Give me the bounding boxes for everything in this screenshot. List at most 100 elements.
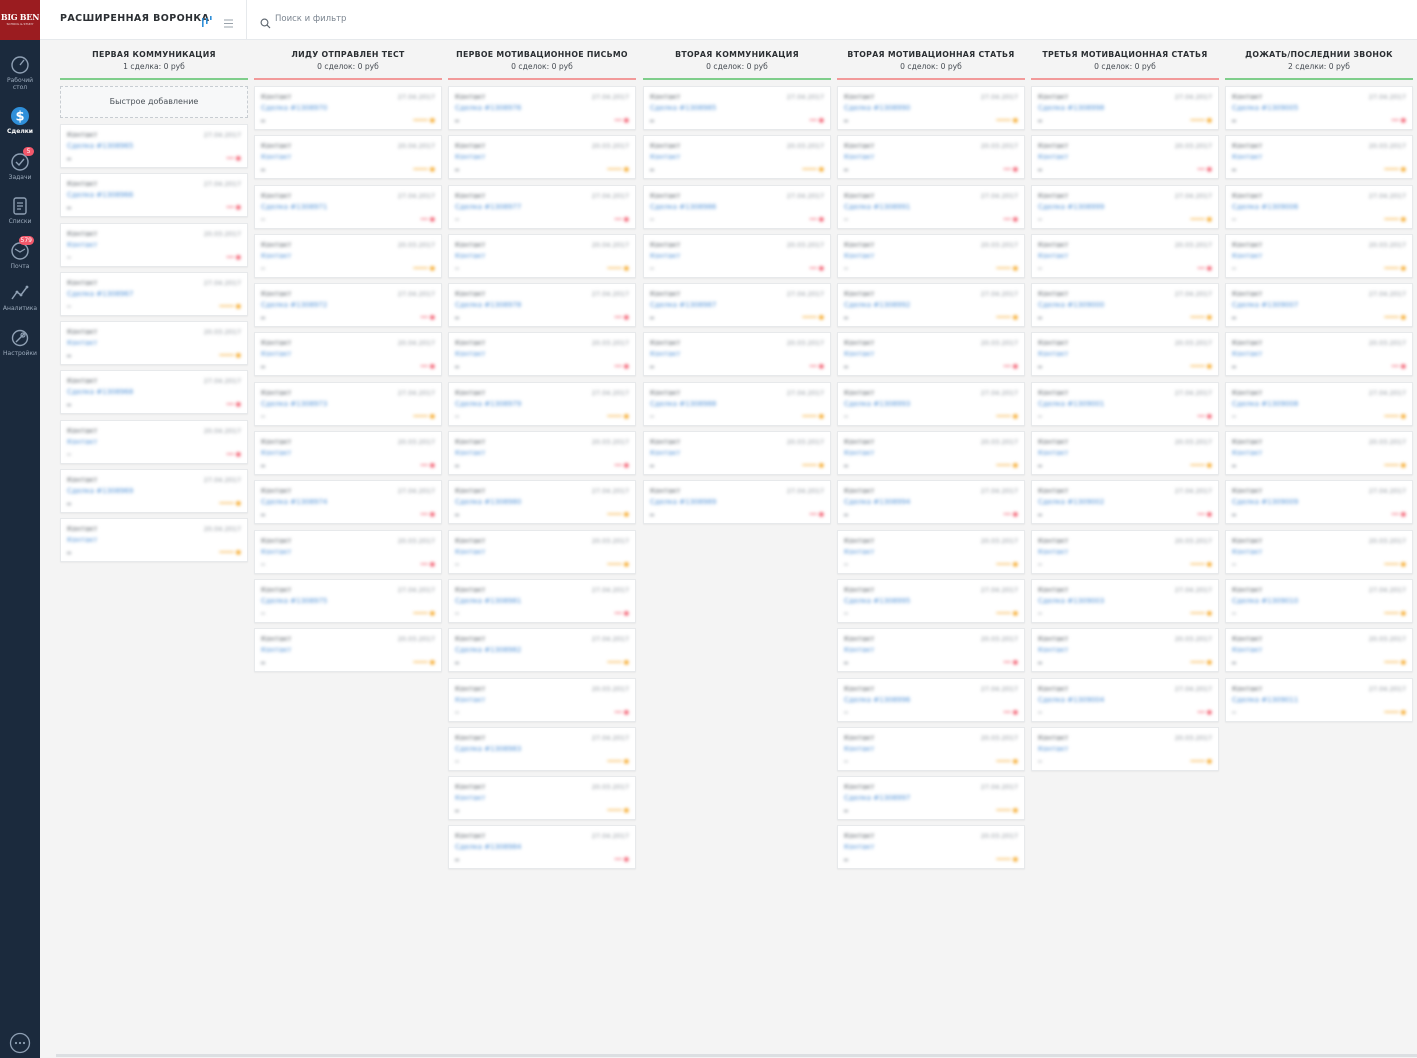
deal-card[interactable]: Контакт 20.03.2017 Контакт ━━━━ ● <box>254 628 442 673</box>
deal-card[interactable]: Контакт 27.04.2017 Сделка #1309006 ━━━━ ● <box>1225 184 1413 229</box>
card-contact-name[interactable]: Контакт <box>261 290 292 298</box>
card-deal-link[interactable]: Сделка #1308987 <box>650 301 716 309</box>
deal-card[interactable]: Контакт 20.03.2017 Контакт ━━ ● <box>837 628 1025 673</box>
card-contact-name[interactable]: Контакт <box>650 487 681 495</box>
card-deal-link[interactable]: Контакт <box>455 548 486 556</box>
chat-icon[interactable] <box>9 1032 31 1054</box>
deal-card[interactable]: Контакт 20.03.2017 Контакт ━━ ● <box>837 135 1025 180</box>
deal-card[interactable]: Контакт 27.04.2017 Сделка #1308968 ━━ ● <box>60 370 248 415</box>
card-contact-name[interactable]: Контакт <box>455 241 486 249</box>
card-contact-name[interactable]: Контакт <box>1038 438 1069 446</box>
deal-card[interactable]: Контакт 20.03.2017 Контакт ━━ ● <box>254 529 442 574</box>
card-contact-name[interactable]: Контакт <box>844 537 875 545</box>
card-contact-name[interactable]: Контакт <box>455 635 486 643</box>
deal-card[interactable]: Контакт 20.03.2017 Контакт ━━ ● <box>643 233 831 278</box>
card-contact-name[interactable]: Контакт <box>455 783 486 791</box>
card-contact-name[interactable]: Контакт <box>261 438 292 446</box>
deal-card[interactable]: Контакт 27.04.2017 Сделка #1308974 ━━ ● <box>254 480 442 525</box>
card-deal-link[interactable]: Контакт <box>455 350 486 358</box>
card-deal-link[interactable]: Сделка #1309002 <box>1038 498 1104 506</box>
list-view-icon[interactable] <box>223 14 234 28</box>
card-deal-link[interactable]: Контакт <box>455 794 486 802</box>
card-contact-name[interactable]: Контакт <box>844 241 875 249</box>
deal-card[interactable]: Контакт 27.04.2017 Сделка #1308976 ━━ ● <box>448 86 636 130</box>
card-contact-name[interactable]: Контакт <box>1232 635 1263 643</box>
card-deal-link[interactable]: Контакт <box>1232 548 1263 556</box>
deal-card[interactable]: Контакт 20.03.2017 Контакт ━━━━ ● <box>448 529 636 574</box>
card-deal-link[interactable]: Сделка #1308966 <box>67 191 133 199</box>
deal-card[interactable]: Контакт 20.03.2017 Контакт ━━ ● <box>448 431 636 476</box>
card-deal-link[interactable]: Контакт <box>455 153 486 161</box>
deal-card[interactable]: Контакт 27.04.2017 Сделка #1308980 ━━━━ ● <box>448 480 636 525</box>
deal-card[interactable]: Контакт 27.04.2017 Сделка #1308977 ━━ ● <box>448 184 636 229</box>
deal-card[interactable]: Контакт 27.04.2017 Сделка #1308969 ━━━━ ● <box>60 469 248 514</box>
card-contact-name[interactable]: Контакт <box>1232 93 1263 101</box>
card-deal-link[interactable]: Сделка #1308969 <box>67 487 133 495</box>
pipeline-title[interactable]: РАСШИРЕННАЯ ВОРОНКА <box>60 13 209 24</box>
deal-card[interactable]: Контакт 27.04.2017 Сделка #1309010 ━━━━ ● <box>1225 578 1413 623</box>
deal-card[interactable]: Контакт 27.04.2017 Сделка #1308993 ━━━━ ● <box>837 381 1025 426</box>
card-deal-link[interactable]: Контакт <box>650 350 681 358</box>
deal-card[interactable]: Контакт 27.04.2017 Сделка #1308999 ━━━━ ● <box>1031 184 1219 229</box>
card-deal-link[interactable]: Контакт <box>1038 449 1069 457</box>
deal-card[interactable]: Контакт 27.04.2017 Сделка #1308990 ━━━━ ● <box>837 86 1025 130</box>
deal-card[interactable]: Контакт 20.03.2017 Контакт ━━ ● <box>643 332 831 377</box>
card-deal-link[interactable]: Сделка #1308967 <box>67 290 133 298</box>
deal-card[interactable]: Контакт 20.03.2017 Контакт ━━ ● <box>448 677 636 722</box>
card-deal-link[interactable]: Контакт <box>844 252 875 260</box>
deal-card[interactable]: Контакт 20.03.2017 Контакт ━━━━ ● <box>643 135 831 180</box>
card-contact-name[interactable]: Контакт <box>1232 438 1263 446</box>
deal-card[interactable]: Контакт 27.04.2017 Сделка #1309011 ━━━━ ● <box>1225 677 1413 722</box>
deal-card[interactable]: Контакт 20.03.2017 Контакт ━━ ● <box>254 431 442 476</box>
card-contact-name[interactable]: Контакт <box>1232 339 1263 347</box>
card-contact-name[interactable]: Контакт <box>261 192 292 200</box>
search-input[interactable]: Поиск и фильтр <box>275 14 346 24</box>
card-contact-name[interactable]: Контакт <box>455 537 486 545</box>
card-deal-link[interactable]: Контакт <box>1038 646 1069 654</box>
deal-card[interactable]: Контакт 27.04.2017 Сделка #1308966 ━━ ● <box>60 173 248 218</box>
card-deal-link[interactable]: Контакт <box>844 646 875 654</box>
card-contact-name[interactable]: Контакт <box>261 241 292 249</box>
card-contact-name[interactable]: Контакт <box>1038 93 1069 101</box>
card-contact-name[interactable]: Контакт <box>844 93 875 101</box>
deal-card[interactable]: Контакт 20.03.2017 Контакт ━━ ● <box>1225 332 1413 377</box>
card-contact-name[interactable]: Контакт <box>455 290 486 298</box>
card-contact-name[interactable]: Контакт <box>67 427 98 435</box>
card-deal-link[interactable]: Сделка #1308970 <box>261 104 327 112</box>
deal-card[interactable]: Контакт 27.04.2017 Сделка #1308967 ━━━━ ● <box>60 271 248 316</box>
nav-dashboard[interactable]: Рабочий стол <box>0 55 40 91</box>
deal-card[interactable]: Контакт 27.04.2017 Сделка #1309001 ━━ ● <box>1031 381 1219 426</box>
deal-card[interactable]: Контакт 20.04.2017 Контакт ━━━━ ● <box>254 135 442 180</box>
card-contact-name[interactable]: Контакт <box>844 586 875 594</box>
card-deal-link[interactable]: Контакт <box>261 252 292 260</box>
column-header[interactable]: ЛИДУ ОТПРАВЛЕН ТЕСТ 0 сделок: 0 руб <box>254 40 442 80</box>
deal-card[interactable]: Контакт 20.03.2017 Контакт ━━ ● <box>1031 135 1219 180</box>
column-header[interactable]: ВТОРАЯ МОТИВАЦИОННАЯ СТАТЬЯ 0 сделок: 0 р… <box>837 40 1025 80</box>
card-deal-link[interactable]: Контакт <box>844 548 875 556</box>
card-deal-link[interactable]: Сделка #1308993 <box>844 400 910 408</box>
card-contact-name[interactable]: Контакт <box>261 635 292 643</box>
card-deal-link[interactable]: Сделка #1308988 <box>650 400 716 408</box>
card-contact-name[interactable]: Контакт <box>1038 487 1069 495</box>
nav-lists[interactable]: Списки <box>0 196 40 225</box>
deal-card[interactable]: Контакт 27.04.2017 Сделка #1308988 ━━━━ ● <box>643 381 831 426</box>
card-contact-name[interactable]: Контакт <box>1232 241 1263 249</box>
card-deal-link[interactable]: Сделка #1308978 <box>455 301 521 309</box>
card-deal-link[interactable]: Контакт <box>844 843 875 851</box>
deal-card[interactable]: Контакт 20.03.2017 Контакт ━━━━ ● <box>1031 726 1219 771</box>
deal-card[interactable]: Контакт 27.04.2017 Сделка #1308981 ━━ ● <box>448 578 636 623</box>
deal-card[interactable]: Контакт 27.04.2017 Сделка #1308989 ━━ ● <box>643 480 831 525</box>
card-contact-name[interactable]: Контакт <box>455 389 486 397</box>
deal-card[interactable]: Контакт 20.03.2017 Контакт ━━━━ ● <box>60 321 248 366</box>
card-deal-link[interactable]: Сделка #1308976 <box>455 104 521 112</box>
nav-mail[interactable]: 579 Почта <box>0 236 40 270</box>
card-deal-link[interactable]: Контакт <box>1232 646 1263 654</box>
column-header[interactable]: ПЕРВАЯ КОММУНИКАЦИЯ 1 сделка: 0 руб <box>60 40 248 80</box>
deal-card[interactable]: Контакт 20.03.2017 Контакт ━━ ● <box>60 222 248 267</box>
card-deal-link[interactable]: Сделка #1308968 <box>67 388 133 396</box>
deal-card[interactable]: Контакт 20.03.2017 Контакт ━━━━ ● <box>1031 529 1219 574</box>
card-contact-name[interactable]: Контакт <box>1038 142 1069 150</box>
deal-card[interactable]: Контакт 20.03.2017 Контакт ━━━━ ● <box>837 529 1025 574</box>
card-contact-name[interactable]: Контакт <box>844 734 875 742</box>
deal-card[interactable]: Контакт 27.04.2017 Сделка #1309003 ━━━━ ● <box>1031 578 1219 623</box>
